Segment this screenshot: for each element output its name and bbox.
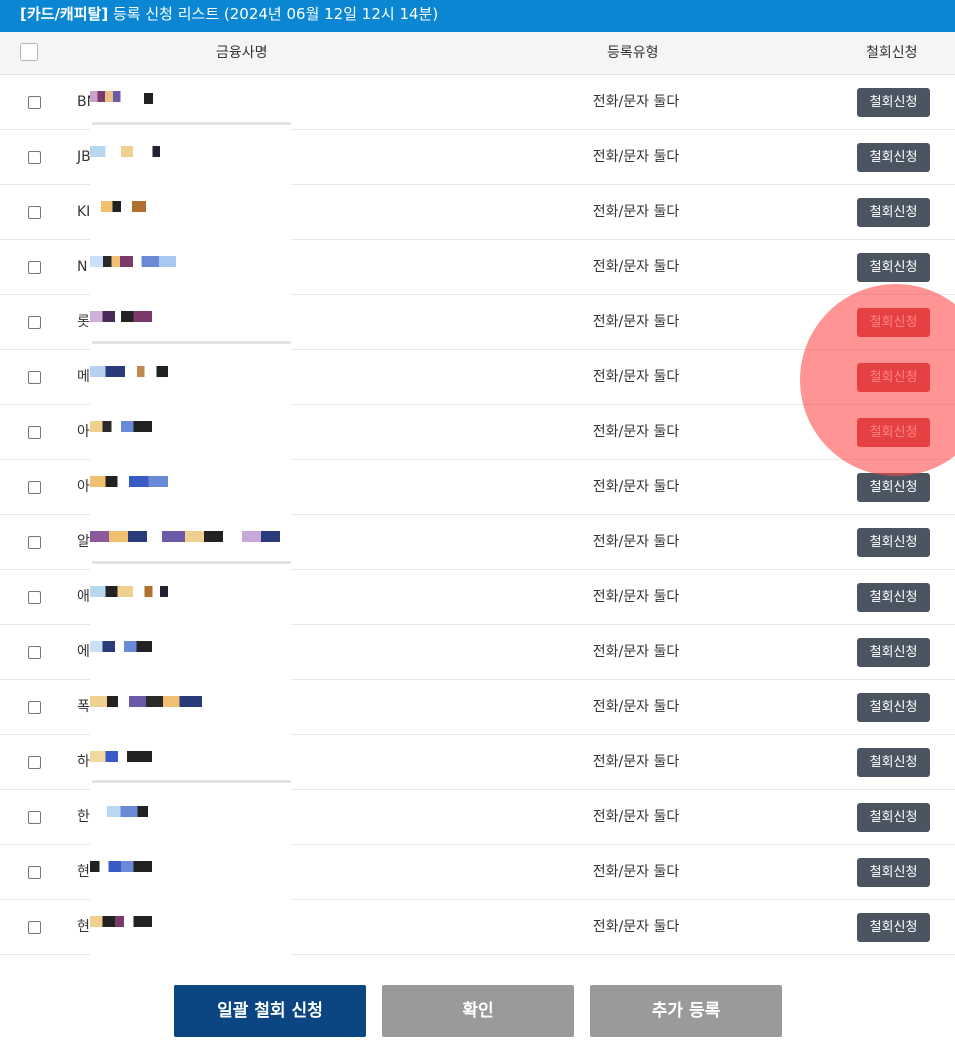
company-name: JB bbox=[77, 149, 91, 165]
register-type: 전화/문자 둘다 bbox=[592, 534, 680, 550]
withdraw-button[interactable]: 철회신청 bbox=[857, 858, 930, 887]
company-name: 폭 bbox=[77, 699, 90, 715]
company-name: 롯 bbox=[77, 314, 90, 330]
register-type: 전화/문자 둘다 bbox=[592, 809, 680, 825]
withdraw-button[interactable]: 철회신청 bbox=[857, 528, 930, 557]
table-row: 애 전화/문자 둘다 철회신청 bbox=[0, 570, 955, 625]
withdraw-button[interactable]: 철회신청 bbox=[857, 693, 930, 722]
company-name: 아 bbox=[77, 479, 90, 495]
register-type: 전화/문자 둘다 bbox=[592, 204, 680, 220]
row-checkbox[interactable] bbox=[28, 261, 41, 274]
table-row: JB 전화/문자 둘다 철회신청 bbox=[0, 130, 955, 185]
withdraw-button[interactable]: 철회신청 bbox=[857, 913, 930, 942]
row-checkbox[interactable] bbox=[28, 316, 41, 329]
company-name: 한 bbox=[77, 809, 90, 825]
column-company: 금융사명 bbox=[216, 45, 268, 61]
withdraw-button[interactable]: 철회신청 bbox=[857, 198, 930, 227]
company-name: 아 bbox=[77, 424, 90, 440]
confirm-button[interactable]: 확인 bbox=[382, 985, 574, 1037]
row-checkbox[interactable] bbox=[28, 811, 41, 824]
company-name: 현 bbox=[77, 864, 90, 880]
register-type: 전화/문자 둘다 bbox=[592, 314, 680, 330]
row-checkbox[interactable] bbox=[28, 96, 41, 109]
table-row: 현 전화/문자 둘다 철회신청 bbox=[0, 845, 955, 900]
bulk-withdraw-button[interactable]: 일괄 철회 신청 bbox=[174, 985, 366, 1037]
company-name: 하 bbox=[77, 754, 90, 770]
withdraw-button[interactable]: 철회신청 bbox=[857, 803, 930, 832]
row-checkbox[interactable] bbox=[28, 591, 41, 604]
select-all-checkbox[interactable] bbox=[20, 43, 38, 61]
column-withdraw: 철회신청 bbox=[866, 45, 918, 61]
withdraw-button[interactable]: 철회신청 bbox=[857, 473, 930, 502]
row-checkbox[interactable] bbox=[28, 866, 41, 879]
table-header: 금융사명 등록유형 철회신청 bbox=[0, 32, 955, 75]
company-name: 애 bbox=[77, 589, 90, 605]
withdraw-button[interactable]: 철회신청 bbox=[857, 253, 930, 282]
column-type: 등록유형 bbox=[607, 45, 659, 61]
register-type: 전화/문자 둘다 bbox=[592, 94, 680, 110]
withdraw-button[interactable]: 철회신청 bbox=[857, 583, 930, 612]
table-row: 알 전화/문자 둘다 철회신청 bbox=[0, 515, 955, 570]
row-checkbox[interactable] bbox=[28, 206, 41, 219]
registration-list: BN 전화/문자 둘다 철회신청 JB 전화/문자 둘다 철회신청 KI 전화/문자 둘다… bbox=[0, 75, 955, 955]
register-type: 전화/문자 둘다 bbox=[592, 754, 680, 770]
header-title: 등록 신청 리스트 (2024년 06월 12일 12시 14분) bbox=[112, 5, 439, 23]
row-checkbox[interactable] bbox=[28, 371, 41, 384]
table-row: 현 전화/문자 둘다 철회신청 bbox=[0, 900, 955, 955]
row-checkbox[interactable] bbox=[28, 701, 41, 714]
company-name: 알 bbox=[77, 534, 90, 550]
register-type: 전화/문자 둘다 bbox=[592, 644, 680, 660]
withdraw-button[interactable]: 철회신청 bbox=[857, 143, 930, 172]
company-name: 메 bbox=[77, 369, 90, 385]
company-name: 현 bbox=[77, 919, 90, 935]
row-checkbox[interactable] bbox=[28, 921, 41, 934]
table-row: KI 전화/문자 둘다 철회신청 bbox=[0, 185, 955, 240]
withdraw-button[interactable]: 철회신청 bbox=[857, 363, 930, 392]
register-type: 전화/문자 둘다 bbox=[592, 864, 680, 880]
register-type: 전화/문자 둘다 bbox=[592, 919, 680, 935]
withdraw-button[interactable]: 철회신청 bbox=[857, 88, 930, 117]
table-row: 에 전화/문자 둘다 철회신청 bbox=[0, 625, 955, 680]
company-name: 에 bbox=[77, 644, 90, 660]
table-row: 아 전화/문자 둘다 철회신청 bbox=[0, 460, 955, 515]
row-checkbox[interactable] bbox=[28, 756, 41, 769]
register-type: 전화/문자 둘다 bbox=[592, 259, 680, 275]
company-name: BN bbox=[77, 94, 98, 110]
table-row: 하 전화/문자 둘다 철회신청 bbox=[0, 735, 955, 790]
row-checkbox[interactable] bbox=[28, 151, 41, 164]
row-checkbox[interactable] bbox=[28, 481, 41, 494]
list-header: [카드/캐피탈] 등록 신청 리스트 (2024년 06월 12일 12시 14… bbox=[0, 0, 955, 32]
add-register-button[interactable]: 추가 등록 bbox=[590, 985, 782, 1037]
table-row: N 전화/문자 둘다 철회신청 bbox=[0, 240, 955, 295]
register-type: 전화/문자 둘다 bbox=[592, 369, 680, 385]
register-type: 전화/문자 둘다 bbox=[592, 699, 680, 715]
table-row: BN 전화/문자 둘다 철회신청 bbox=[0, 75, 955, 130]
register-type: 전화/문자 둘다 bbox=[592, 149, 680, 165]
register-type: 전화/문자 둘다 bbox=[592, 589, 680, 605]
table-row: 아 전화/문자 둘다 철회신청 bbox=[0, 405, 955, 460]
register-type: 전화/문자 둘다 bbox=[592, 479, 680, 495]
table-row: 폭 전화/문자 둘다 철회신청 bbox=[0, 680, 955, 735]
header-category: [카드/캐피탈] bbox=[20, 5, 109, 23]
table-row: 메 전화/문자 둘다 철회신청 bbox=[0, 350, 955, 405]
withdraw-button[interactable]: 철회신청 bbox=[857, 418, 930, 447]
row-checkbox[interactable] bbox=[28, 426, 41, 439]
table-row: 롯 전화/문자 둘다 철회신청 bbox=[0, 295, 955, 350]
row-checkbox[interactable] bbox=[28, 536, 41, 549]
withdraw-button[interactable]: 철회신청 bbox=[857, 748, 930, 777]
company-name: N bbox=[77, 259, 88, 275]
withdraw-button[interactable]: 철회신청 bbox=[857, 638, 930, 667]
withdraw-button[interactable]: 철회신청 bbox=[857, 308, 930, 337]
row-checkbox[interactable] bbox=[28, 646, 41, 659]
register-type: 전화/문자 둘다 bbox=[592, 424, 680, 440]
table-row: 한 전화/문자 둘다 철회신청 bbox=[0, 790, 955, 845]
company-name: KI bbox=[77, 204, 91, 220]
